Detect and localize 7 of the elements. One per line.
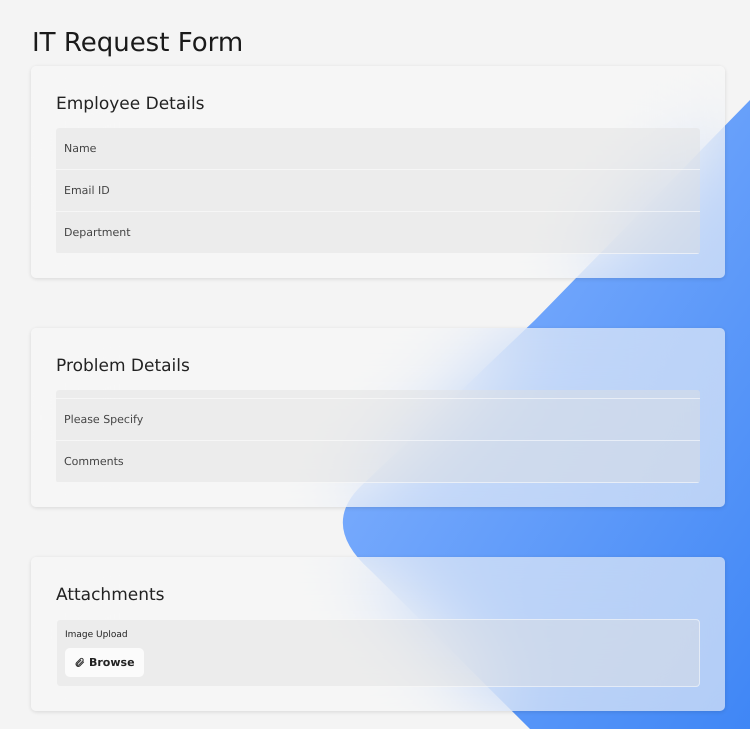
paperclip-icon <box>74 657 85 668</box>
upload-label: Image Upload <box>65 630 128 640</box>
browse-button[interactable]: Browse <box>65 648 144 677</box>
section-heading: Attachments <box>56 584 166 607</box>
section-heading: Problem Details <box>56 355 191 378</box>
section-heading: Employee Details <box>56 93 206 116</box>
page-title: IT Request Form <box>32 27 244 60</box>
